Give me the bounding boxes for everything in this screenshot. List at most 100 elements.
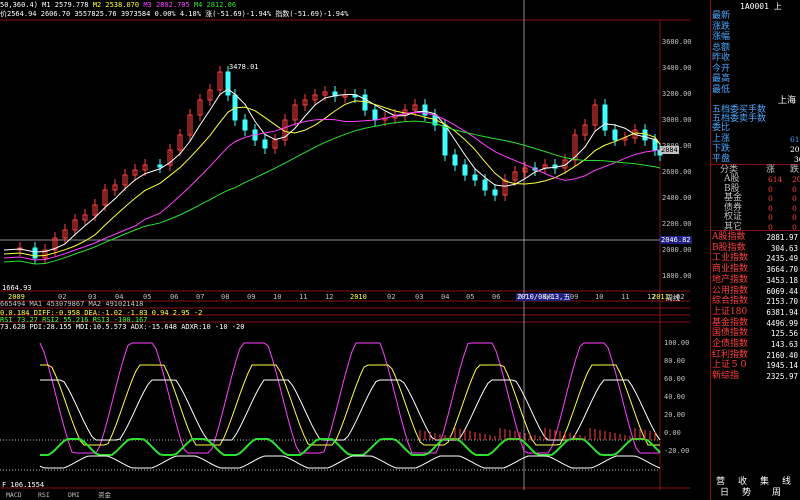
index-row[interactable]: 公用指数 6069.44 bbox=[712, 286, 800, 297]
green-osc-line bbox=[40, 438, 661, 456]
low-label: 1664.93 bbox=[2, 284, 32, 292]
index-name: 新综指 bbox=[712, 371, 740, 382]
osc-tick: -20.00 bbox=[664, 447, 690, 455]
panel-button[interactable]: 线 bbox=[782, 478, 791, 487]
breadth-down: 0 bbox=[792, 203, 797, 213]
candle bbox=[372, 109, 378, 121]
index-row[interactable]: 企债指数 143.63 bbox=[712, 339, 800, 350]
price-tick: 2200.00 bbox=[662, 220, 692, 228]
index-row[interactable]: 新综指 2325.97 bbox=[712, 371, 800, 382]
index-value: 4496.99 bbox=[766, 318, 798, 328]
candle bbox=[442, 124, 448, 156]
price-tick: 2600.00 bbox=[662, 168, 692, 176]
down-count-value: 206 bbox=[790, 145, 800, 154]
panel-button[interactable]: 日 bbox=[720, 489, 729, 498]
date-tick: 05 bbox=[143, 293, 152, 301]
breadth-up: 0 bbox=[768, 213, 773, 222]
index-value: 143.63 bbox=[770, 340, 798, 349]
date-tick: 10 bbox=[595, 293, 604, 301]
index-name: 企债指数 bbox=[712, 339, 749, 349]
j-line bbox=[40, 379, 661, 441]
date-tick: 09 bbox=[570, 293, 579, 301]
index-name: B股指数 bbox=[712, 242, 746, 253]
index-value: 2325.97 bbox=[766, 372, 798, 382]
panel-button[interactable]: 集 bbox=[760, 478, 769, 487]
index-value: 2881.97 bbox=[766, 233, 798, 242]
quote-label: 涨跌 bbox=[712, 21, 731, 32]
index-row[interactable]: 国债指数 125.56 bbox=[712, 328, 800, 339]
quote-label: 今开 bbox=[712, 63, 731, 74]
index-row[interactable]: 地产指数 3453.18 bbox=[712, 275, 800, 286]
ma-line-2 bbox=[3, 100, 661, 257]
candle bbox=[612, 129, 618, 141]
breadth-cat: A股 bbox=[724, 174, 740, 184]
date-tick: 06 bbox=[170, 293, 179, 301]
location-label: 上海 bbox=[778, 96, 797, 106]
date-tick: 07 bbox=[518, 293, 527, 301]
quote-label: 最新 bbox=[712, 11, 731, 21]
price-tick: 2400.00 bbox=[662, 194, 692, 202]
breadth-cat: 基金 bbox=[724, 193, 743, 203]
table-header-down: 跌 bbox=[790, 165, 800, 175]
date-tick: 11 bbox=[299, 293, 308, 301]
panel-button[interactable]: 营 bbox=[716, 478, 725, 487]
index-row[interactable]: 基金指数 4496.99 bbox=[712, 318, 800, 329]
index-row[interactable]: A股指数 2881.97 bbox=[712, 232, 800, 243]
osc-tick: 20.00 bbox=[664, 411, 686, 419]
order-ratio-label: 委比 bbox=[712, 123, 731, 133]
panel-button[interactable]: 收 bbox=[738, 478, 747, 487]
tab-macd[interactable]: MACD bbox=[6, 490, 22, 500]
index-row[interactable]: 工业指数 2435.49 bbox=[712, 253, 800, 264]
index-value: 3664.70 bbox=[766, 265, 798, 275]
up-count-label: 上涨 bbox=[712, 134, 731, 144]
tab-dmi[interactable]: DMI bbox=[68, 490, 80, 500]
tab-rsi[interactable]: RSI bbox=[38, 490, 50, 500]
index-name: 国债指数 bbox=[712, 328, 749, 339]
quote-label: 最低 bbox=[712, 84, 731, 95]
index-row[interactable]: 上证５０ 1945.14 bbox=[712, 360, 800, 371]
index-value: 3453.18 bbox=[766, 275, 798, 285]
index-name: 公用指数 bbox=[712, 285, 749, 296]
candle bbox=[492, 189, 498, 196]
table-header-up: 涨 bbox=[766, 165, 776, 175]
breadth-down: 0 bbox=[792, 184, 797, 194]
date-tick: 05 bbox=[466, 293, 475, 301]
date-tick: 07 bbox=[196, 293, 205, 301]
white-osc-line bbox=[39, 455, 661, 469]
candle bbox=[362, 94, 368, 111]
volume-header: 665494 MA1 453079867 MA2 491021418 bbox=[0, 300, 144, 308]
k-line bbox=[39, 342, 660, 454]
date-tick: 11 bbox=[621, 293, 630, 301]
date-tick: 02 bbox=[387, 293, 396, 301]
panel-button[interactable]: 势 bbox=[742, 489, 751, 498]
price-tick: 1800.00 bbox=[662, 272, 692, 280]
osc-tick: 80.00 bbox=[664, 357, 686, 365]
price-tick: 2000.00 bbox=[662, 246, 692, 254]
tab-fund[interactable]: 资金 bbox=[98, 490, 111, 500]
ma-line-3 bbox=[3, 111, 661, 261]
quote-label: 涨幅 bbox=[712, 32, 731, 42]
breadth-up: 0 bbox=[768, 184, 773, 194]
date-tick: 03 bbox=[415, 293, 424, 301]
peak-label: 3478.01 bbox=[229, 63, 259, 71]
date-tick: 2011 bbox=[652, 293, 669, 301]
index-row[interactable]: 综合指数 2153.70 bbox=[712, 296, 800, 307]
panel-button[interactable]: 周 bbox=[772, 489, 781, 498]
index-row[interactable]: 上证180 6381.94 bbox=[712, 307, 800, 318]
price-tick: 3000.00 bbox=[662, 116, 692, 124]
osc-tick: 100.00 bbox=[664, 339, 690, 347]
osc-tick: 0.00 bbox=[664, 429, 681, 437]
osc-bottom-label: F 106.1554 bbox=[2, 481, 45, 489]
index-value: 2153.70 bbox=[766, 297, 798, 307]
index-row[interactable]: 商业指数 3664.70 bbox=[712, 264, 800, 275]
price-tick: 3400.00 bbox=[662, 64, 692, 72]
candlestick-chart[interactable] bbox=[0, 0, 690, 500]
index-value: 6069.44 bbox=[766, 286, 798, 296]
price-tick: 2800.00 bbox=[662, 142, 692, 150]
breadth-down: 0 bbox=[792, 213, 797, 222]
candle bbox=[242, 119, 248, 131]
index-name: 地产指数 bbox=[712, 274, 749, 285]
index-name: 综合指数 bbox=[712, 296, 749, 307]
dmi-header: 73.628 PDI:28.155 MDI:10.5.573 ADX:-15.6… bbox=[0, 323, 245, 331]
flat-count-label: 平盘 bbox=[712, 154, 731, 164]
